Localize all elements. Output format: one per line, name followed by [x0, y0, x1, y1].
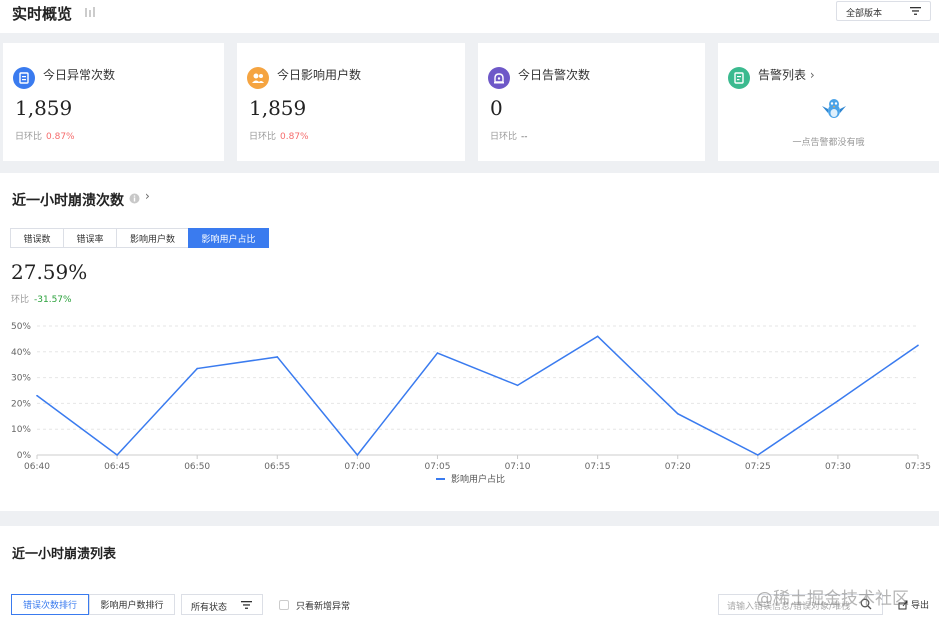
tab-affected-users[interactable]: 影响用户数 [116, 228, 189, 248]
card-sub-label: 日环比 [15, 132, 43, 142]
card-title: 今日影响用户数 [277, 68, 362, 82]
y-tick-label: 20% [11, 399, 31, 409]
data-point [516, 384, 519, 387]
section-title: 近一小时崩溃列表 [12, 547, 117, 562]
x-tick-label: 07:25 [745, 462, 771, 472]
rank-affected-users-button[interactable]: 影响用户数排行 [89, 594, 175, 615]
card-value: 1,859 [249, 96, 307, 120]
watermark: @稀土掘金技术社区 [756, 589, 909, 609]
x-tick-label: 06:50 [184, 462, 210, 472]
filter-icon [910, 7, 921, 15]
x-tick-label: 07:05 [424, 462, 450, 472]
data-point [917, 344, 919, 347]
x-tick-label: 06:45 [104, 462, 130, 472]
chevron-right-icon: › [809, 68, 815, 82]
card-sub-label: 日环比 [490, 132, 518, 142]
card-sub-value: 0.87% [280, 132, 309, 142]
series-line [36, 335, 919, 457]
x-tick-label: 07:10 [505, 462, 531, 472]
y-tick-label: 10% [11, 425, 31, 435]
users-icon [247, 67, 269, 89]
filter-icon [241, 601, 252, 609]
section-divider [0, 511, 939, 526]
y-tick-label: 0% [17, 451, 32, 461]
card-alert-list[interactable]: 告警列表 › 一点告警都没有哦 [718, 43, 939, 161]
card-value: 0 [490, 96, 503, 120]
new-only-checkbox[interactable] [279, 600, 289, 610]
card-title: 今日异常次数 [43, 68, 116, 82]
x-tick-label: 07:30 [825, 462, 851, 472]
card-sub-label: 日环比 [249, 132, 277, 142]
status-select[interactable]: 所有状态 [181, 594, 263, 615]
y-tick-label: 50% [11, 322, 31, 332]
card-sub-value: 0.87% [46, 132, 75, 142]
metric-value: 27.59% [11, 260, 88, 284]
card-affected-users[interactable]: 今日影响用户数 1,859 日环比 0.87% [237, 43, 465, 161]
card-title[interactable]: 告警列表 › [758, 66, 815, 83]
status-select-label: 所有状态 [191, 603, 228, 613]
chart-bars-icon [85, 7, 95, 17]
ring-label: 环比 [11, 295, 30, 305]
data-point [356, 454, 359, 456]
data-point [596, 335, 599, 338]
empty-alert-text: 一点告警都没有哦 [792, 138, 865, 148]
card-sub: 日环比 0.87% [15, 129, 75, 142]
x-tick-label: 07:20 [665, 462, 691, 472]
line-chart: 0% 10% 20% 30% 40% 50% 06:40 06:45 06:50 06:55 07:… [11, 322, 931, 485]
page-header: 实时概览 全部版本 [0, 0, 939, 33]
export-label: 导出 [911, 601, 930, 611]
x-tick-label: 07:00 [344, 462, 370, 472]
version-select[interactable]: 全部版本 [836, 1, 931, 21]
data-point [196, 367, 198, 370]
alert-list-icon [728, 67, 750, 89]
version-select-label: 全部版本 [846, 9, 883, 19]
ring-compare: 环比 -31.57% [11, 292, 72, 305]
card-sub-value: -- [521, 132, 528, 142]
section-title: 近一小时崩溃次数 [12, 193, 124, 209]
bird-mascot-icon [822, 99, 846, 118]
data-point [116, 454, 118, 456]
data-point [757, 454, 759, 456]
data-point [276, 356, 279, 358]
data-point [36, 394, 38, 397]
tab-affected-user-ratio[interactable]: 影响用户占比 [188, 228, 269, 248]
y-tick-label: 30% [11, 374, 31, 384]
page-title: 实时概览 [12, 5, 73, 23]
x-tick-label: 07:35 [905, 462, 931, 472]
new-only-label: 只看新增异常 [296, 602, 351, 612]
x-tick-label: 06:40 [24, 462, 50, 472]
card-sub: 日环比 0.87% [249, 129, 309, 142]
legend-label: 影响用户占比 [451, 473, 505, 485]
metric-tabs: 错误数 错误率 影响用户数 影响用户占比 [10, 228, 269, 248]
tab-error-rate[interactable]: 错误率 [63, 228, 117, 248]
x-tick-label: 07:15 [585, 462, 611, 472]
card-alarm-count[interactable]: 今日告警次数 0 日环比 -- [478, 43, 705, 161]
alarm-icon [488, 67, 510, 89]
data-point [837, 400, 839, 402]
card-title-text: 告警列表 [758, 68, 807, 82]
error-list-icon [13, 67, 35, 89]
rank-error-count-button[interactable]: 错误次数排行 [11, 594, 89, 615]
data-point [676, 412, 679, 415]
chevron-right-icon[interactable]: › [145, 189, 150, 203]
y-tick-label: 40% [11, 348, 31, 358]
card-value: 1,859 [15, 96, 73, 120]
card-error-count[interactable]: 今日异常次数 1,859 日环比 0.87% [3, 43, 224, 161]
tab-error-count[interactable]: 错误数 [10, 228, 64, 248]
info-icon[interactable] [129, 193, 140, 204]
x-tick-label: 06:55 [264, 462, 290, 472]
card-sub: 日环比 -- [490, 129, 528, 142]
data-point [436, 352, 439, 354]
card-title: 今日告警次数 [518, 68, 591, 82]
ring-value: -31.57% [34, 295, 72, 305]
